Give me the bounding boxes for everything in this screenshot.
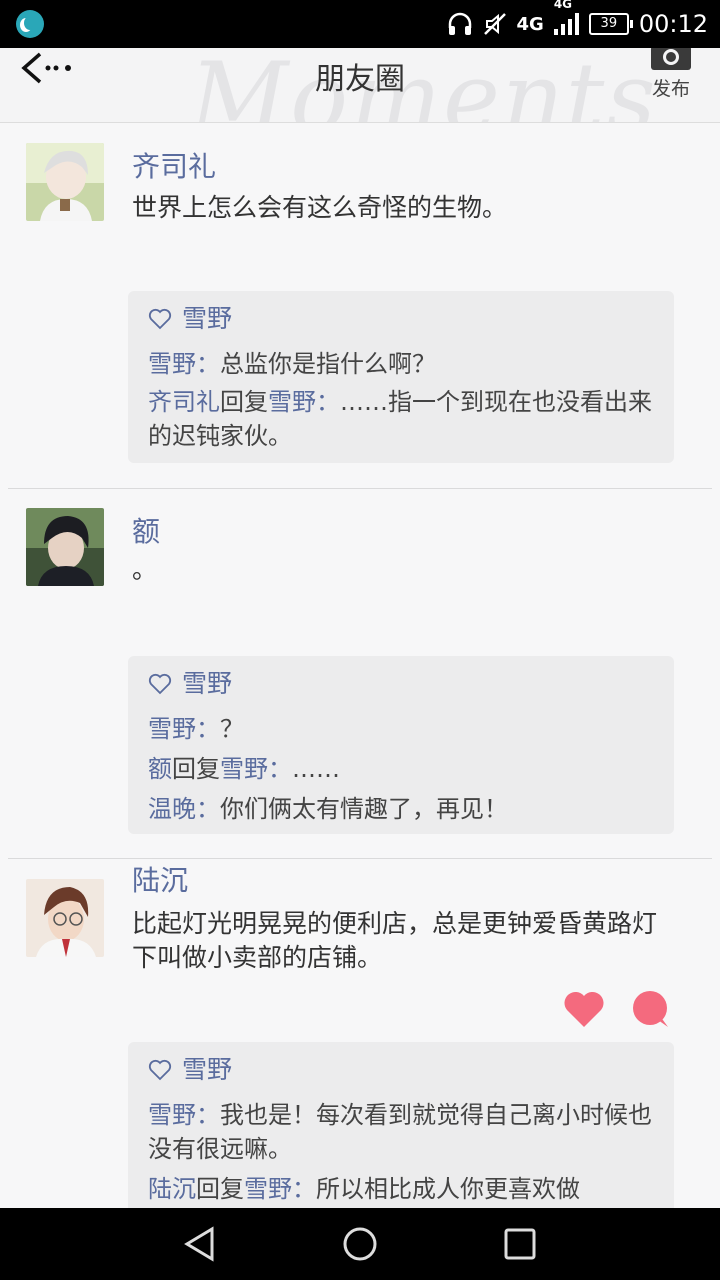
commenter-name[interactable]: 雪野	[148, 1101, 196, 1129]
comment-box: 雪野 雪野：我也是！每次看到就觉得自己离小时候也没有很远嘛。 陆沉回复雪野：所以…	[128, 1042, 674, 1208]
comment-text: ……	[292, 755, 340, 783]
post-author[interactable]: 额	[132, 510, 160, 550]
post-text: 。	[132, 555, 158, 584]
commenter-name[interactable]: 雪野	[148, 715, 196, 743]
heart-outline-icon	[148, 1059, 172, 1081]
comment-separator: ：	[196, 350, 220, 378]
status-bar: 4G 4G 39 00:12	[0, 0, 720, 48]
reply-word: 回复	[220, 388, 268, 416]
comment-box: 雪野 雪野：？ 额回复雪野：…… 温晚：你们俩太有情趣了，再见！	[128, 656, 674, 834]
comment-line[interactable]: 温晚：你们俩太有情趣了，再见！	[148, 792, 654, 826]
likes-row: 雪野	[148, 1048, 654, 1092]
nav-back-icon[interactable]	[182, 1226, 218, 1262]
comment-text: 总监你是指什么啊？	[220, 350, 436, 378]
comment-line[interactable]: 雪野：总监你是指什么啊？	[148, 347, 654, 381]
reply-target-name[interactable]: 雪野	[220, 755, 268, 783]
likes-row: 雪野	[148, 662, 654, 706]
comment-text: 所以相比成人你更喜欢做	[316, 1175, 580, 1203]
commenter-name[interactable]: 额	[148, 755, 172, 783]
signal-icon	[553, 13, 579, 35]
comment-text: ？	[220, 715, 244, 743]
comment-separator: ：	[196, 795, 220, 823]
commenter-name[interactable]: 齐司礼	[148, 388, 220, 416]
moment-post: 陆沉 比起灯光明晃晃的便利店，总是更钟爱昏黄路灯下叫做小卖部的店铺。 雪野 雪野…	[0, 859, 720, 1208]
moment-post: 额 。 雪野 雪野：？ 额回复雪野：…… 温晚：你们俩太有情趣了，再见！	[0, 489, 720, 859]
camera-icon	[651, 48, 691, 70]
post-text: 世界上怎么会有这么奇怪的生物。	[132, 193, 508, 222]
comment-text: 我也是！每次看到就觉得自己离小时候也没有很远嘛。	[148, 1101, 652, 1163]
moments-feed[interactable]: 齐司礼 世界上怎么会有这么奇怪的生物。 雪野 雪野：总监你是指什么啊？ 齐司礼回…	[0, 123, 720, 1208]
comment-separator: ：	[268, 755, 292, 783]
reply-word: 回复	[172, 755, 220, 783]
liker-name[interactable]: 雪野	[182, 304, 232, 333]
comment-separator: ：	[196, 715, 220, 743]
comment-line[interactable]: 齐司礼回复雪野：……指一个到现在也没看出来的迟钝家伙。	[148, 385, 654, 453]
commenter-name[interactable]: 雪野	[148, 350, 196, 378]
comment-separator: ：	[292, 1175, 316, 1203]
avatar[interactable]	[26, 508, 104, 586]
liker-name[interactable]: 雪野	[182, 1055, 232, 1084]
comment-separator: ：	[196, 1101, 220, 1129]
network-type: 4G	[516, 13, 544, 35]
commenter-name[interactable]: 陆沉	[148, 1175, 196, 1203]
likes-row: 雪野	[148, 297, 654, 341]
commenter-name[interactable]: 温晚	[148, 795, 196, 823]
nav-recents-icon[interactable]	[502, 1226, 538, 1262]
comment-bubble-icon[interactable]	[630, 990, 670, 1028]
publish-label: 发布	[651, 78, 690, 100]
clock: 00:12	[638, 10, 708, 38]
post-text: 比起灯光明晃晃的便利店，总是更钟爱昏黄路灯下叫做小卖部的店铺。	[132, 909, 658, 972]
nav-home-icon[interactable]	[342, 1226, 378, 1262]
heart-outline-icon	[148, 308, 172, 330]
comment-line[interactable]: 雪野：？	[148, 712, 654, 746]
post-author[interactable]: 齐司礼	[132, 145, 216, 185]
comment-box: 雪野 雪野：总监你是指什么啊？ 齐司礼回复雪野：……指一个到现在也没看出来的迟钝…	[128, 291, 674, 463]
comment-text: 你们俩太有情趣了，再见！	[220, 795, 508, 823]
comment-line[interactable]: 雪野：我也是！每次看到就觉得自己离小时候也没有很远嘛。	[148, 1098, 654, 1166]
comment-separator: ：	[316, 388, 340, 416]
app-header: Moments 朋友圈 发布	[0, 48, 720, 123]
headphones-icon	[448, 12, 471, 35]
publish-button[interactable]: 发布	[646, 48, 696, 101]
avatar[interactable]	[26, 143, 104, 221]
reply-target-name[interactable]: 雪野	[244, 1175, 292, 1203]
heart-outline-icon	[148, 673, 172, 695]
app-moon-icon	[16, 10, 44, 38]
liker-name[interactable]: 雪野	[182, 669, 232, 698]
battery-icon: 39	[588, 13, 633, 35]
page-title: 朋友圈	[315, 62, 405, 97]
moment-post: 齐司礼 世界上怎么会有这么奇怪的生物。 雪野 雪野：总监你是指什么啊？ 齐司礼回…	[0, 123, 720, 489]
comment-line[interactable]: 陆沉回复雪野：所以相比成人你更喜欢做	[148, 1172, 654, 1206]
post-author[interactable]: 陆沉	[132, 859, 188, 899]
system-nav-bar	[0, 1208, 720, 1280]
reply-target-name[interactable]: 雪野	[268, 388, 316, 416]
network-type-small: 4G	[553, 0, 573, 11]
mute-icon	[483, 13, 506, 35]
avatar[interactable]	[26, 879, 104, 957]
reply-word: 回复	[196, 1175, 244, 1203]
heart-like-icon[interactable]	[563, 990, 605, 1028]
comment-line[interactable]: 额回复雪野：……	[148, 752, 654, 786]
